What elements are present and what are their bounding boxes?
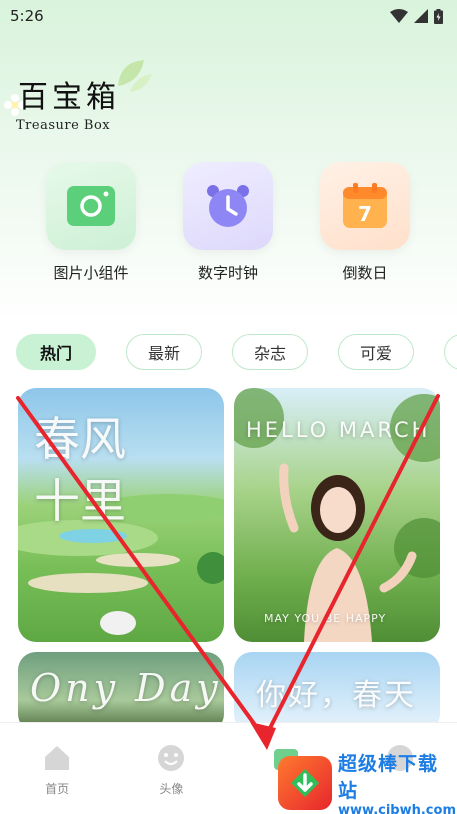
photo-widget-icon	[67, 186, 115, 226]
battery-icon	[434, 8, 443, 24]
card-text: 你好，春天	[256, 678, 416, 713]
card-text: 春风 十里	[34, 412, 126, 528]
status-icons	[390, 8, 443, 24]
shortcut-photo-widget[interactable]: 图片小组件	[41, 162, 141, 283]
shortcut-label: 图片小组件	[53, 264, 129, 282]
card-subtext: MAY YOU BE HAPPY	[264, 612, 387, 625]
app-title: 百宝箱	[18, 80, 120, 115]
tab-label: 头像	[159, 782, 184, 796]
calendar-icon: 7	[343, 183, 387, 228]
shortcut-label: 倒数日	[342, 264, 388, 282]
app-header: 百宝箱 Treasure Box	[4, 60, 216, 142]
watermark-text: 超级棒下载站 www.cjbwh.com	[338, 749, 457, 814]
shortcut-tile	[183, 162, 273, 250]
shortcut-tile: 7	[320, 162, 410, 250]
watermark-url: www.cjbwh.com	[338, 802, 456, 814]
chip-more[interactable]	[444, 334, 457, 370]
smiley-icon	[158, 745, 185, 771]
tab-home[interactable]: 首页	[22, 743, 92, 814]
signal-icon	[414, 9, 428, 23]
shortcut-label: 数字时钟	[197, 264, 258, 282]
status-time: 5:26	[10, 7, 44, 25]
wallpaper-card[interactable]: 你好，春天	[234, 652, 440, 732]
calendar-day: 7	[358, 202, 372, 226]
chip-cute[interactable]: 可爱	[338, 334, 414, 370]
status-bar: 5:26	[0, 0, 457, 32]
tab-label: 首页	[45, 782, 70, 796]
chip-latest[interactable]: 最新	[126, 334, 202, 370]
shortcut-countdown[interactable]: 7 倒数日	[315, 162, 415, 283]
card-text: Ony Day	[30, 666, 222, 710]
site-watermark: 超级棒下载站 www.cjbwh.com	[278, 752, 457, 814]
wifi-icon	[390, 9, 408, 23]
shortcut-digital-clock[interactable]: 数字时钟	[178, 162, 278, 283]
chip-hot[interactable]: 热门	[16, 334, 96, 370]
alarm-clock-icon	[207, 185, 249, 227]
wallpaper-card[interactable]: 春风 十里	[18, 388, 224, 642]
tab-avatar[interactable]: 头像	[136, 743, 206, 814]
chip-magazine[interactable]: 杂志	[232, 334, 308, 370]
home-icon	[45, 746, 70, 770]
wallpaper-card[interactable]: Ony Day	[18, 652, 224, 732]
wallpaper-card[interactable]: HELLO MARCH MAY YOU BE HAPPY	[234, 388, 440, 642]
watermark-name: 超级棒下载站	[338, 752, 439, 802]
app-subtitle: Treasure Box	[16, 118, 111, 133]
card-text: HELLO MARCH	[246, 418, 431, 442]
shortcut-tile	[46, 162, 136, 250]
watermark-logo-icon	[278, 756, 332, 810]
category-chips: 热门 最新 杂志 可爱	[16, 334, 457, 372]
